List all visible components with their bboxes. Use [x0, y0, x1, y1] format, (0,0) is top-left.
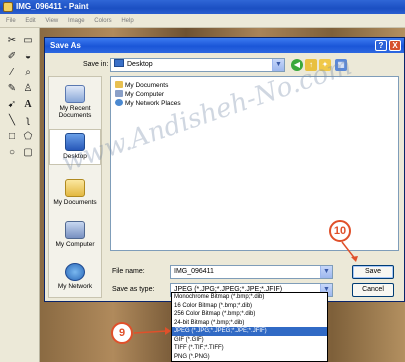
chevron-down-icon[interactable]: ▼ [272, 59, 284, 71]
place-my-network[interactable]: My Network [49, 263, 101, 290]
menu-colors[interactable]: Colors [94, 18, 111, 24]
type-option[interactable]: TIFF (*.TIF;*.TIFF) [172, 344, 327, 353]
line-icon[interactable]: ╲ [5, 114, 19, 128]
help-button[interactable]: ? [375, 40, 387, 51]
type-option[interactable]: GIF (*.GIF) [172, 336, 327, 345]
list-item[interactable]: My Computer [115, 90, 164, 98]
list-item[interactable]: My Network Places [115, 99, 181, 107]
type-option[interactable]: 16 Color Bitmap (*.bmp;*.dib) [172, 302, 327, 311]
eraser-icon[interactable]: ✐ [5, 50, 19, 64]
dialog-title: Save As [50, 41, 81, 50]
paint-app-icon [3, 2, 13, 12]
rounded-rect-icon[interactable]: ▢ [21, 146, 35, 160]
rect-select-icon[interactable]: ▭ [21, 34, 35, 48]
save-in-value: Desktop [127, 61, 153, 68]
step-callout-save: 10 [329, 220, 351, 242]
file-name-input[interactable]: IMG_096411 ▼ [170, 265, 333, 279]
close-button[interactable]: X [389, 40, 401, 51]
my-documents-icon [65, 179, 85, 197]
menu-file[interactable]: File [6, 18, 16, 24]
save-as-type-label: Save as type: [112, 286, 155, 293]
recent-documents-icon [65, 85, 85, 103]
cancel-button[interactable]: Cancel [352, 283, 394, 297]
paint-toolbox: ✂ ▭ ✐ ◒ ⁄ ⌕ ✎ ♙ ➹ A ╲ ʅ □ ⬠ ○ ▢ [0, 28, 40, 362]
menu-help[interactable]: Help [121, 18, 133, 24]
my-computer-icon [65, 221, 85, 239]
file-list[interactable]: My Documents My Computer My Network Plac… [110, 76, 399, 251]
brush-icon[interactable]: ♙ [21, 82, 35, 96]
save-in-combo[interactable]: Desktop ▼ [110, 58, 285, 72]
fill-icon[interactable]: ◒ [21, 50, 35, 64]
place-my-documents[interactable]: My Documents [49, 179, 101, 206]
computer-icon [115, 90, 123, 97]
magnifier-icon[interactable]: ⌕ [21, 66, 35, 80]
type-option[interactable]: PNG (*.PNG) [172, 353, 327, 362]
list-item[interactable]: My Documents [115, 81, 168, 89]
step-callout-type: 9 [111, 322, 133, 344]
free-select-icon[interactable]: ✂ [5, 34, 19, 48]
ellipse-icon[interactable]: ○ [5, 146, 19, 160]
type-option[interactable]: Monochrome Bitmap (*.bmp;*.dib) [172, 293, 327, 302]
file-name-label: File name: [112, 268, 145, 275]
place-desktop[interactable]: Desktop [49, 129, 101, 165]
airbrush-icon[interactable]: ➹ [5, 98, 19, 112]
views-menu-icon[interactable]: ▦ [335, 59, 347, 71]
menu-view[interactable]: View [45, 18, 58, 24]
text-icon[interactable]: A [21, 98, 35, 112]
type-option-selected[interactable]: JPEG (*.JPG;*.JPEG;*.JPE;*.JFIF) [172, 327, 327, 336]
save-as-type-dropdown[interactable]: Monochrome Bitmap (*.bmp;*.dib) 16 Color… [171, 292, 328, 362]
menu-image[interactable]: Image [68, 18, 85, 24]
paint-titlebar: IMG_096411 - Paint [0, 0, 405, 14]
desktop-small-icon [114, 59, 124, 67]
type-option[interactable]: 256 Color Bitmap (*.bmp;*.dib) [172, 310, 327, 319]
chevron-down-icon[interactable]: ▼ [320, 266, 332, 278]
file-name-value: IMG_096411 [174, 268, 214, 275]
save-in-label: Save in: [83, 61, 109, 68]
menu-edit[interactable]: Edit [25, 18, 35, 24]
pencil-icon[interactable]: ✎ [5, 82, 19, 96]
desktop-icon [65, 133, 85, 151]
new-folder-icon[interactable]: ✦ [319, 59, 331, 71]
rectangle-icon[interactable]: □ [5, 130, 19, 144]
places-bar: My Recent Documents Desktop My Documents… [48, 76, 102, 298]
network-icon [115, 99, 123, 106]
callout-arrow-type [133, 327, 171, 335]
dialog-titlebar: Save As ? X [45, 38, 404, 53]
save-button[interactable]: Save [352, 265, 394, 279]
type-option[interactable]: 24-bit Bitmap (*.bmp;*.dib) [172, 319, 327, 328]
polygon-icon[interactable]: ⬠ [21, 130, 35, 144]
callout-arrow-save [341, 241, 358, 262]
folder-icon [115, 81, 123, 88]
place-recent-documents[interactable]: My Recent Documents [49, 85, 101, 119]
paint-window-title: IMG_096411 - Paint [16, 2, 89, 11]
up-folder-icon[interactable]: ↑ [305, 59, 317, 71]
my-network-icon [65, 263, 85, 281]
curve-icon[interactable]: ʅ [21, 114, 35, 128]
back-icon[interactable]: ◀ [291, 59, 303, 71]
paint-menubar: File Edit View Image Colors Help [0, 14, 405, 28]
picker-icon[interactable]: ⁄ [5, 66, 19, 80]
place-my-computer[interactable]: My Computer [49, 221, 101, 248]
